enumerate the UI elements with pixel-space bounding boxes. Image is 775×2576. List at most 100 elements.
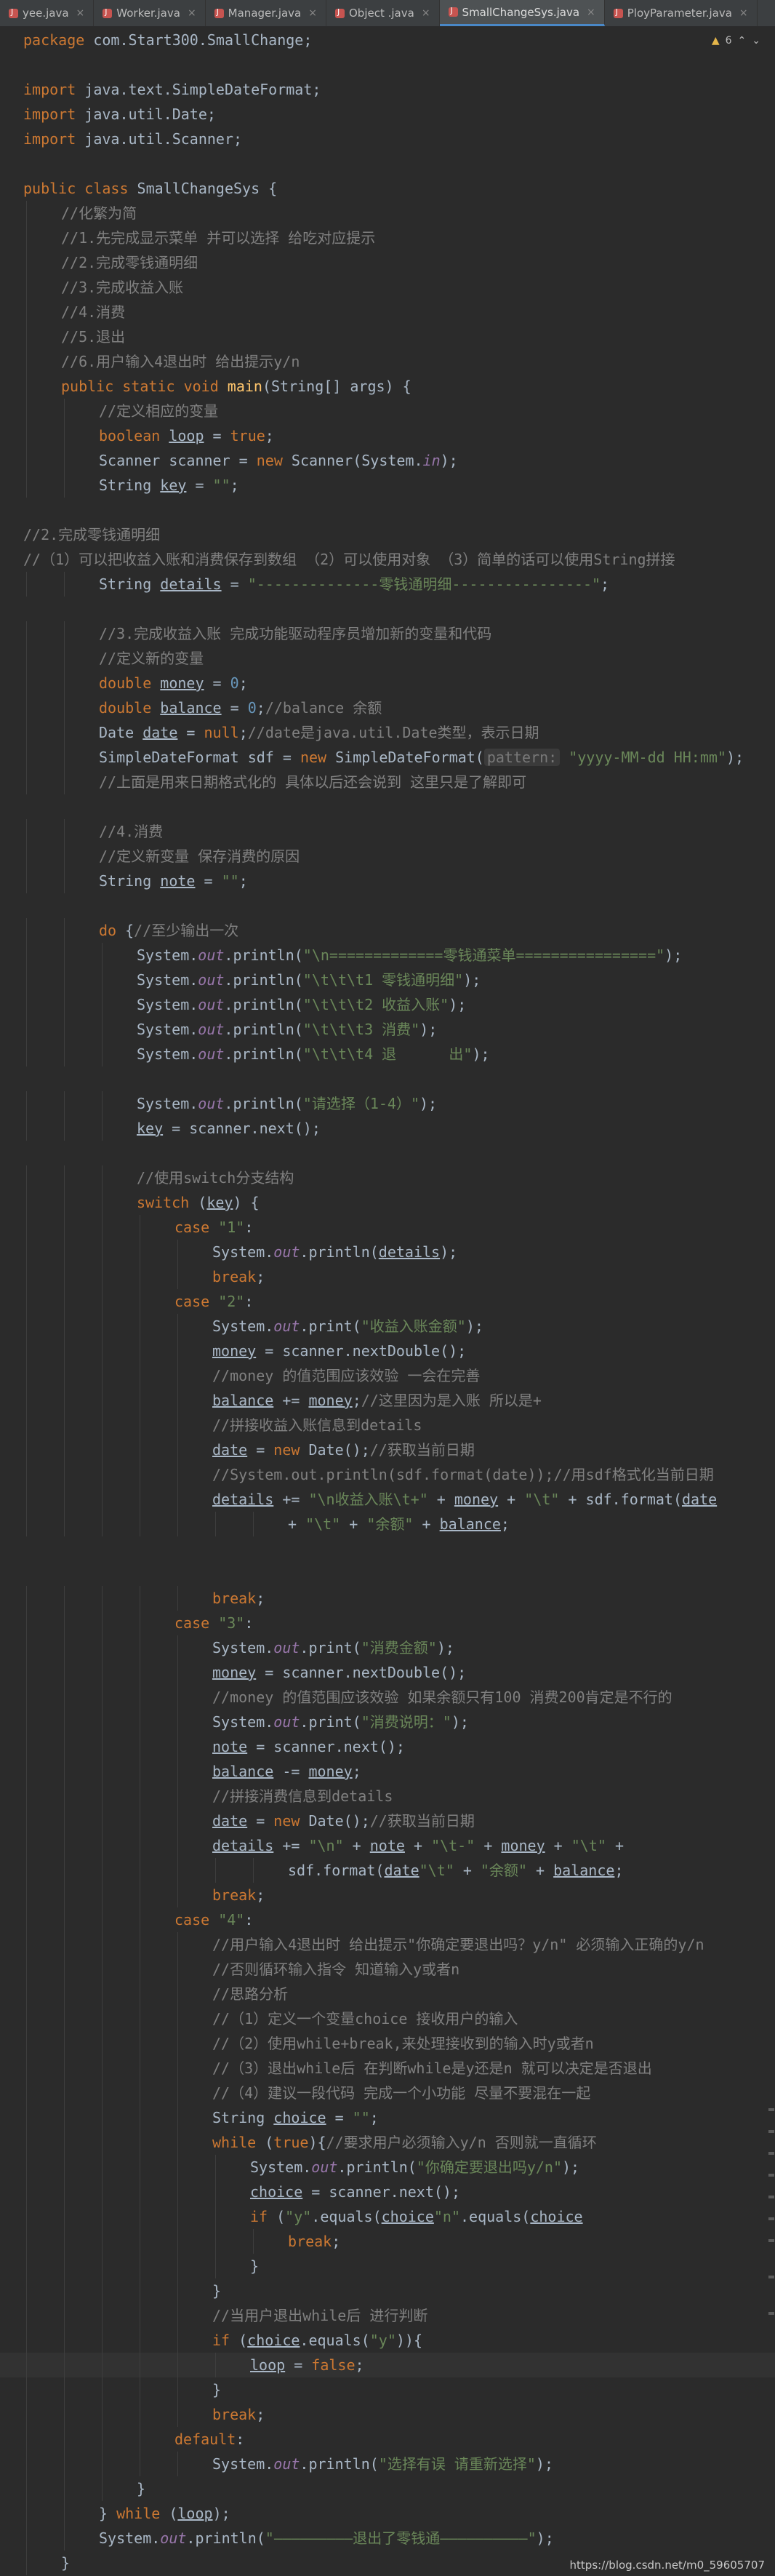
indent-guide: [64, 572, 65, 597]
code-token: );: [449, 996, 467, 1013]
code-token: break: [212, 1268, 257, 1285]
code-token: .println(: [186, 2529, 265, 2547]
indent-guide: [64, 1611, 65, 1635]
code-token: ;: [355, 2356, 364, 2374]
code-token: //至少输出一次: [134, 922, 239, 939]
close-icon[interactable]: ×: [188, 7, 196, 19]
code-token: //4.消费: [61, 303, 126, 321]
scroll-marker: [768, 2108, 774, 2111]
code-token: :: [244, 1293, 254, 1310]
indent-guide: [26, 2526, 27, 2551]
indent-guide: [26, 1660, 27, 1685]
indent-guide: [64, 448, 65, 473]
code-editor[interactable]: package com.Start300.SmallChange; import …: [0, 28, 775, 2576]
code-token: =: [204, 674, 230, 692]
code-token: }: [137, 2480, 146, 2497]
code-token: out: [160, 2529, 187, 2547]
scroll-marker: [768, 2174, 774, 2177]
indent-guide: [64, 1264, 65, 1289]
indent-guide: [64, 1215, 65, 1240]
close-icon[interactable]: ×: [739, 7, 748, 19]
code-token: "\n": [308, 1837, 344, 1854]
close-icon[interactable]: ×: [587, 7, 595, 18]
close-icon[interactable]: ×: [76, 7, 85, 19]
indent-guide: [177, 2328, 178, 2353]
indent-guide: [102, 1264, 103, 1289]
java-file-icon: [448, 6, 458, 17]
indent-guide: [64, 1487, 65, 1512]
indent-guide: [26, 448, 27, 473]
tab-4[interactable]: SmallChangeSys.java ×: [439, 0, 605, 26]
indent-guide: [26, 2155, 27, 2180]
indent-guide: [102, 1809, 103, 1833]
code-line: //拼接消费信息到details: [0, 1784, 775, 1809]
code-token: +: [404, 1837, 432, 1854]
code-token: SmallChangeSys {: [137, 180, 278, 197]
code-line: //用户输入4退出时 给出提示"你确定要退出吗？y/n" 必须输入正确的y/n: [0, 1932, 775, 1957]
code-token: );: [451, 1713, 469, 1731]
code-token: details: [212, 1491, 274, 1508]
code-token: +: [454, 1862, 481, 1879]
code-token: //（1）定义一个变量choice 接收用户的输入: [212, 2010, 518, 2027]
code-token: = scanner.next();: [302, 2183, 460, 2201]
code-line: } while (loop);: [0, 2501, 775, 2526]
code-line: boolean loop = true;: [0, 423, 775, 448]
indent-guide: [177, 1858, 178, 1883]
scroll-marker: [768, 2196, 774, 2198]
code-token: null: [204, 724, 239, 741]
code-line: Scanner scanner = new Scanner(System.in)…: [0, 448, 775, 473]
indent-guide: [64, 819, 65, 844]
tab-2[interactable]: Manager.java ×: [206, 0, 326, 26]
close-icon[interactable]: ×: [422, 7, 430, 19]
code-line: String details = "--------------零钱通明细---…: [0, 572, 775, 597]
code-token: +: [475, 1837, 502, 1854]
code-line: //上面是用来日期格式化的 具体以后还会说到 这里只是了解即可: [0, 770, 775, 794]
code-token: "y": [285, 2208, 312, 2225]
code-line: //5.退出: [0, 324, 775, 349]
code-token: "消费说明：": [361, 1713, 451, 1731]
scrollbar-markers[interactable]: [768, 28, 775, 2576]
tab-1[interactable]: Worker.java ×: [94, 0, 206, 26]
indent-guide: [102, 1437, 103, 1462]
code-token: //定义相应的变量: [99, 402, 219, 420]
indent-guide: [177, 2278, 178, 2303]
code-token: in: [422, 452, 441, 469]
code-token: ;: [256, 1268, 265, 1285]
scroll-marker: [768, 2152, 774, 2155]
indent-guide: [26, 2180, 27, 2204]
code-token: new: [273, 1441, 309, 1459]
code-line: //3.完成收益入账: [0, 275, 775, 300]
indent-guide: [26, 2229, 27, 2254]
code-token: out: [198, 946, 225, 964]
indent-guide: [64, 2180, 65, 2204]
code-token: (: [238, 2332, 248, 2349]
indent-guide: [26, 1833, 27, 1858]
code-token: money: [308, 1392, 353, 1409]
code-token: if: [250, 2208, 277, 2225]
indent-guide: [64, 1586, 65, 1611]
close-icon[interactable]: ×: [308, 7, 317, 19]
code-token: java.util.Date;: [84, 105, 216, 123]
code-line: money = scanner.nextDouble();: [0, 1660, 775, 1685]
code-token: "余额": [366, 1515, 414, 1533]
code-line: //定义新的变量: [0, 646, 775, 671]
indent-guide: [177, 2402, 178, 2427]
indent-guide: [26, 1858, 27, 1883]
code-line: //（3）退出while后 在判断while是y还是n 就可以决定是否退出: [0, 2056, 775, 2081]
indent-guide: [64, 1660, 65, 1685]
code-line: //4.消费: [0, 819, 775, 844]
code-token: );: [726, 749, 744, 766]
code-token: (: [169, 2505, 178, 2522]
code-token: );: [463, 971, 481, 989]
scroll-marker: [768, 2130, 774, 2133]
indent-guide: [177, 1413, 178, 1437]
indent-guide: [64, 646, 65, 671]
code-token: choice: [247, 2332, 300, 2349]
tab-3[interactable]: Object .java ×: [326, 0, 440, 26]
code-token: = scanner.nextDouble();: [256, 1342, 467, 1360]
tab-0[interactable]: yee.java ×: [0, 0, 95, 26]
code-token: "": [352, 2109, 370, 2126]
code-line: money = scanner.nextDouble();: [0, 1339, 775, 1363]
tab-5[interactable]: PloyParameter.java ×: [605, 0, 758, 26]
